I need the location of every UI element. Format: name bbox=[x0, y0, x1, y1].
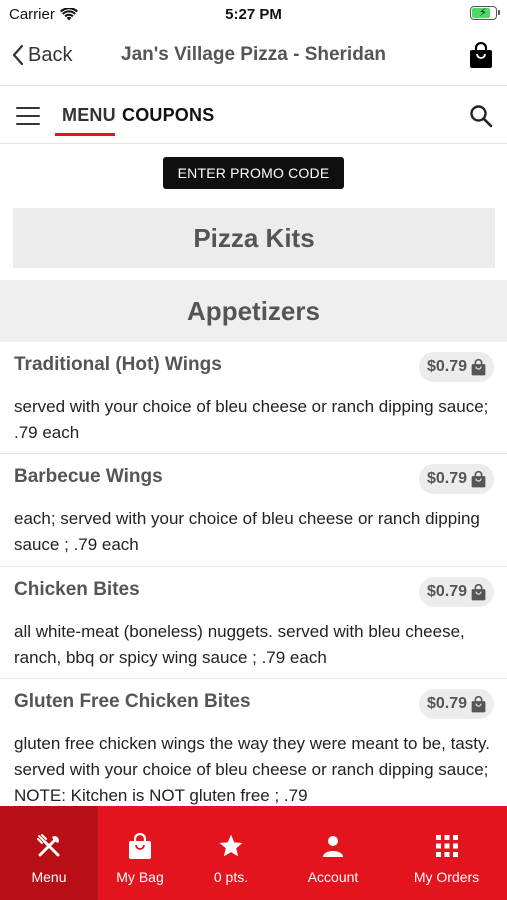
bag-icon bbox=[471, 358, 486, 375]
item-name: Barbecue Wings bbox=[14, 466, 163, 487]
hamburger-icon-line bbox=[16, 115, 40, 117]
bottom-tab-my-bag[interactable]: My Bag bbox=[98, 806, 182, 900]
item-name: Gluten Free Chicken Bites bbox=[14, 691, 251, 712]
tab-menu[interactable]: MENU bbox=[62, 105, 116, 126]
enter-promo-code-button[interactable]: ENTER PROMO CODE bbox=[163, 157, 344, 189]
menu-tab-bar: MENU COUPONS bbox=[0, 87, 507, 144]
category-pizza-kits[interactable]: Pizza Kits bbox=[13, 208, 495, 268]
bottom-tab-points[interactable]: 0 pts. bbox=[182, 806, 280, 900]
item-price: $0.79 bbox=[426, 695, 467, 712]
navigation-bar: Back Jan's Village Pizza - Sheridan bbox=[0, 30, 507, 86]
menu-item[interactable]: Traditional (Hot) Wings $0.79 served wit… bbox=[0, 342, 507, 454]
bag-icon bbox=[471, 583, 486, 600]
battery-icon: ⚡ bbox=[470, 6, 500, 20]
tab-coupons[interactable]: COUPONS bbox=[122, 105, 214, 126]
bag-icon bbox=[471, 695, 486, 712]
search-icon bbox=[470, 105, 493, 128]
hamburger-menu-button[interactable] bbox=[16, 107, 40, 125]
bottom-tab-label: Menu bbox=[31, 869, 67, 885]
hamburger-icon-line bbox=[16, 123, 40, 125]
search-button[interactable] bbox=[469, 104, 493, 133]
bottom-tab-account[interactable]: Account bbox=[280, 806, 386, 900]
back-label: Back bbox=[28, 43, 73, 66]
item-name: Traditional (Hot) Wings bbox=[14, 354, 222, 375]
bottom-tab-my-orders[interactable]: My Orders bbox=[386, 806, 507, 900]
menu-item[interactable]: Chicken Bites $0.79 all white-meat (bone… bbox=[0, 567, 507, 679]
status-time: 5:27 PM bbox=[225, 6, 282, 23]
bottom-tab-label: Account bbox=[307, 869, 359, 885]
item-description: gluten free chicken wings the way they w… bbox=[14, 734, 490, 805]
item-description: all white-meat (boneless) nuggets. serve… bbox=[14, 622, 465, 667]
item-price: $0.79 bbox=[426, 470, 467, 487]
bottom-tab-menu[interactable]: Menu bbox=[0, 806, 98, 900]
bag-icon bbox=[470, 41, 492, 68]
fork-knife-icon bbox=[37, 834, 60, 857]
grid-icon bbox=[435, 835, 458, 857]
add-to-bag-price-button[interactable]: $0.79 bbox=[418, 464, 494, 494]
bag-icon bbox=[129, 832, 151, 859]
add-to-bag-price-button[interactable]: $0.79 bbox=[418, 689, 494, 719]
star-icon bbox=[219, 834, 243, 857]
active-tab-indicator bbox=[55, 133, 115, 136]
bottom-tab-label: My Bag bbox=[116, 869, 164, 885]
menu-item[interactable]: Barbecue Wings $0.79 each; served with y… bbox=[0, 454, 507, 567]
menu-item[interactable]: Gluten Free Chicken Bites $0.79 gluten f… bbox=[0, 679, 507, 819]
charging-bolt-icon: ⚡ bbox=[479, 7, 487, 19]
add-to-bag-price-button[interactable]: $0.79 bbox=[418, 352, 494, 382]
bottom-tab-label: My Orders bbox=[413, 869, 480, 885]
item-description: served with your choice of bleu cheese o… bbox=[14, 397, 489, 442]
category-appetizers-header: Appetizers bbox=[0, 280, 507, 342]
bottom-tab-label: 0 pts. bbox=[213, 869, 249, 885]
item-description: each; served with your choice of bleu ch… bbox=[14, 509, 480, 554]
item-price: $0.79 bbox=[426, 358, 467, 375]
item-price: $0.79 bbox=[426, 583, 467, 600]
page-title: Jan's Village Pizza - Sheridan bbox=[121, 44, 386, 65]
item-name: Chicken Bites bbox=[14, 579, 140, 600]
shopping-bag-button[interactable] bbox=[469, 41, 493, 74]
bag-icon bbox=[471, 470, 486, 487]
status-bar: Carrier 5:27 PM ⚡ bbox=[0, 0, 507, 30]
add-to-bag-price-button[interactable]: $0.79 bbox=[418, 577, 494, 607]
chevron-left-icon bbox=[12, 44, 24, 66]
person-icon bbox=[323, 836, 343, 857]
back-button[interactable]: Back bbox=[12, 40, 72, 70]
hamburger-icon bbox=[16, 107, 40, 109]
bottom-tab-bar: Menu My Bag 0 pts. Account My Orders bbox=[0, 806, 507, 900]
